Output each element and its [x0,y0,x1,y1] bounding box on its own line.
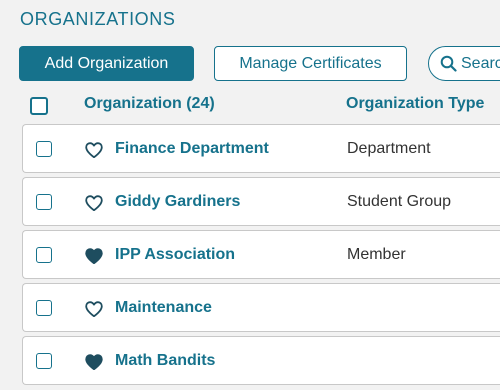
heart-outline-icon[interactable] [85,195,103,211]
search-icon [440,55,457,72]
heart-outline-icon[interactable] [85,301,103,317]
table-row[interactable]: Math Bandits [22,336,500,385]
organization-name-link[interactable]: Maintenance [115,299,212,317]
table-header: Organization (24) Organization Type [0,92,500,118]
heart-outline-icon[interactable] [85,142,103,158]
organization-name-link[interactable]: Giddy Gardiners [115,193,240,211]
table-row[interactable]: Giddy Gardiners Student Group [22,177,500,226]
table-row[interactable]: Maintenance [22,283,500,332]
organization-type: Student Group [347,193,452,210]
organization-list: Finance Department Department Giddy Gardin… [22,124,500,389]
organization-name-link[interactable]: Math Bandits [115,352,215,370]
row-checkbox[interactable] [36,247,52,263]
heart-filled-icon[interactable] [85,354,103,370]
row-checkbox[interactable] [36,353,52,369]
manage-certificates-button[interactable]: Manage Certificates [214,46,407,81]
search-box[interactable] [428,46,500,81]
table-row[interactable]: IPP Association Member [22,230,500,279]
organizations-page: ORGANIZATIONS Add Organization Manage Ce… [0,0,500,390]
organization-name-link[interactable]: IPP Association [115,246,235,264]
heart-filled-icon[interactable] [85,248,103,264]
select-all-checkbox[interactable] [30,97,48,115]
organization-type: Department [347,140,431,157]
table-row[interactable]: Finance Department Department [22,124,500,173]
organization-type: Member [347,246,406,263]
organization-name-link[interactable]: Finance Department [115,140,269,158]
column-header-organization-type[interactable]: Organization Type [346,95,484,113]
add-organization-button[interactable]: Add Organization [19,46,194,81]
page-title: ORGANIZATIONS [20,9,176,29]
search-input[interactable] [461,54,500,73]
row-checkbox[interactable] [36,194,52,210]
column-header-organization[interactable]: Organization (24) [84,95,215,113]
row-checkbox[interactable] [36,141,52,157]
row-checkbox[interactable] [36,300,52,316]
